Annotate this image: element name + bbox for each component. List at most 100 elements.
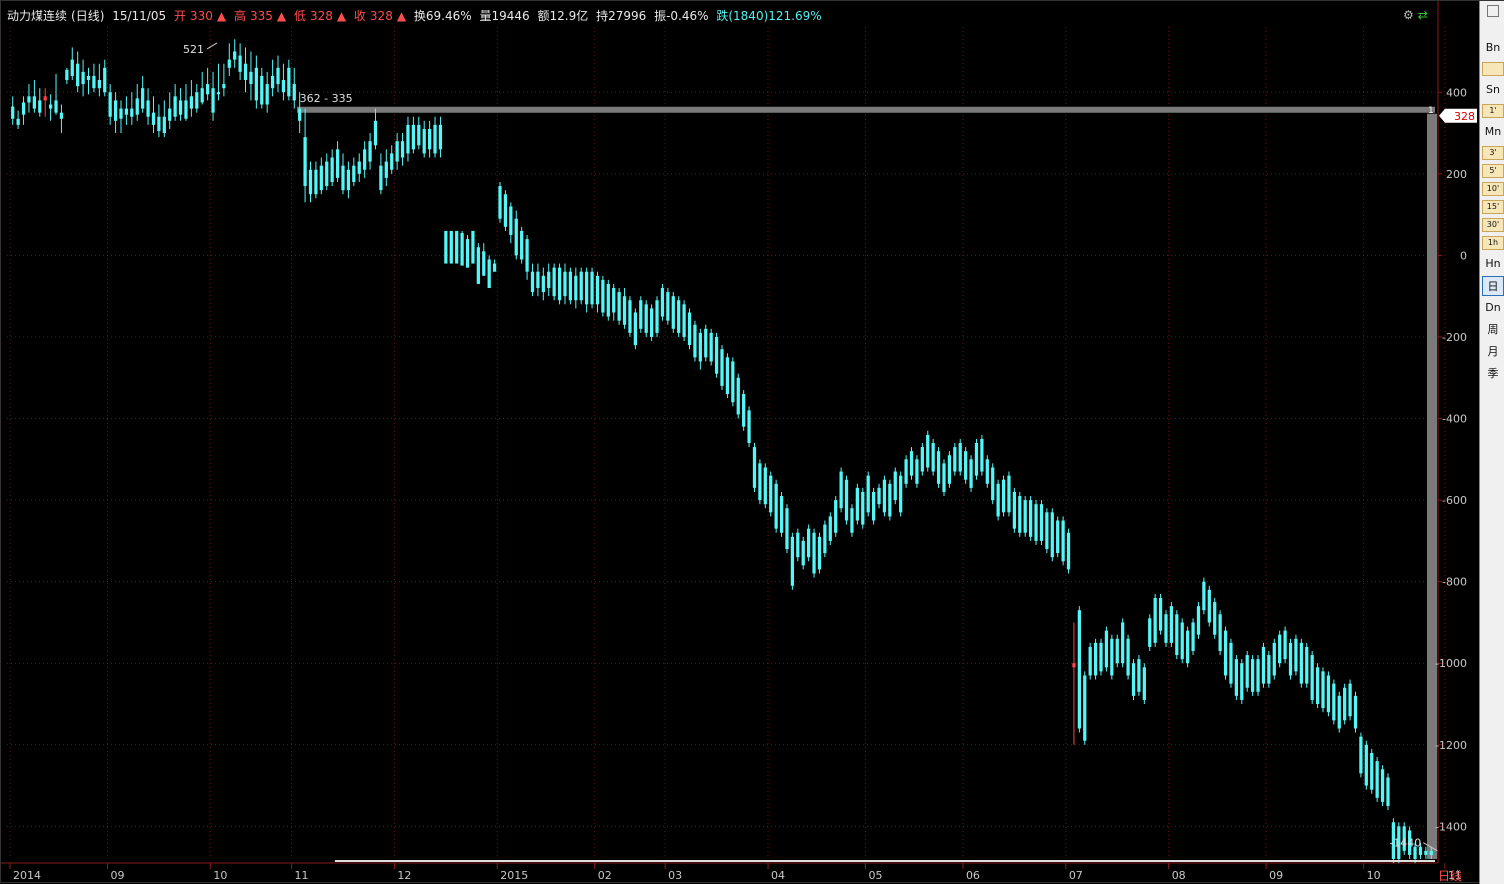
bar-body: [476, 247, 480, 284]
high-number: 335: [249, 9, 273, 23]
ohlc-bar: [184, 84, 188, 121]
period-button-0[interactable]: Bn: [1482, 38, 1504, 58]
bar-body: [552, 267, 556, 297]
ohlc-bar: [530, 263, 535, 297]
ohlc-bar: [1305, 642, 1309, 688]
ohlc-bar: [893, 467, 897, 505]
period-button-6[interactable]: 5': [1482, 164, 1504, 178]
bar-body: [298, 108, 302, 121]
ohlc-bar: [476, 243, 480, 284]
period-button-2[interactable]: Sn: [1482, 80, 1504, 100]
bar-body: [931, 443, 935, 472]
bar-body: [1148, 618, 1152, 647]
period-button-11[interactable]: Hn: [1482, 254, 1504, 274]
period-button-13[interactable]: Dn: [1482, 298, 1504, 318]
period-button-4[interactable]: Mn: [1482, 122, 1504, 142]
ohlc-bar: [752, 443, 757, 492]
ohlc-chart[interactable]: 1 400 200 0 -200 -400 -600 -800 -1000 -1200 -1400…: [1, 1, 1479, 884]
period-button-12[interactable]: 日: [1482, 276, 1504, 296]
period-button-5[interactable]: 3': [1482, 146, 1504, 160]
ohlc-bar: [1261, 642, 1266, 688]
ohlc-bar: [11, 96, 15, 125]
bar-body: [216, 92, 221, 95]
ohlc-bar: [568, 267, 573, 305]
period-button-8[interactable]: 15': [1482, 200, 1504, 214]
ohlc-bar: [363, 141, 367, 178]
settings-icon[interactable]: ⚙: [1403, 8, 1414, 22]
bar-body: [1093, 642, 1098, 676]
ohlc-bar: [649, 304, 654, 342]
band-bar: [296, 106, 1435, 113]
period-button-7[interactable]: 10': [1482, 182, 1504, 196]
bar-body: [1202, 581, 1206, 611]
ohlc-bar: [27, 84, 31, 113]
bar-body: [758, 463, 762, 501]
bar-body: [1240, 663, 1244, 700]
bar-body: [92, 75, 96, 89]
bar-body: [687, 312, 692, 346]
bar-body: [1158, 597, 1163, 631]
ohlc-bar: [606, 279, 610, 321]
bar-body: [189, 96, 194, 109]
ohlc-bar: [931, 438, 935, 476]
high-value: 高 335 ▲: [233, 9, 287, 23]
bar-body: [1066, 532, 1071, 570]
annotation-label: 521: [183, 43, 204, 56]
period-button-9[interactable]: 30': [1482, 218, 1504, 232]
bar-body: [1072, 663, 1076, 668]
link-icon[interactable]: ⇄: [1418, 8, 1428, 22]
bar-body: [314, 169, 318, 195]
ohlc-bar: [682, 300, 686, 342]
x-tick-label: 2015: [500, 869, 528, 882]
bar-body: [384, 161, 388, 178]
period-buttons: Bn Sn 1' Mn 3' 5' 10' 15' 30' 1h Hn 日 Dn 周月季: [1480, 38, 1504, 384]
bar-body: [1343, 687, 1347, 721]
bar-body: [1294, 638, 1298, 672]
bar-body: [427, 128, 432, 150]
ohlc-bar: [32, 80, 36, 113]
bar-body: [1337, 695, 1341, 729]
bar-body: [974, 443, 979, 476]
annotation-pointer: [206, 42, 218, 50]
chart-window: 1 400 200 0 -200 -400 -600 -800 -1000 -1200 -1400…: [0, 0, 1504, 884]
period-button-1[interactable]: [1482, 62, 1504, 76]
ohlc-bar: [1158, 593, 1163, 635]
ohlc-bar: [1186, 626, 1190, 668]
period-button-3[interactable]: 1': [1482, 104, 1504, 118]
y-tick-label: -1200: [1435, 739, 1467, 752]
ohlc-bar: [747, 406, 751, 448]
bar-body: [731, 361, 735, 403]
bar-body: [65, 69, 69, 81]
bar-body: [1283, 630, 1287, 660]
bar-body: [341, 165, 345, 191]
period-button-10[interactable]: 1h: [1482, 236, 1504, 250]
bar-body: [103, 67, 107, 93]
bar-body: [850, 508, 854, 533]
bar-body: [909, 451, 914, 476]
quote-header: 动力煤连续 (日线) 15/11/05 开 330 ▲ 高 335 ▲ 低 328 ▲ 收 32…: [7, 7, 826, 25]
period-button-15[interactable]: 月: [1482, 342, 1504, 362]
ohlc-bar: [547, 263, 551, 297]
bar-body: [834, 500, 838, 533]
period-button-14[interactable]: 周: [1482, 320, 1504, 340]
ohlc-bar: [1386, 773, 1390, 811]
bar-body: [395, 141, 399, 162]
bar-body: [1332, 683, 1336, 721]
ohlc-bar: [947, 451, 952, 488]
bar-body: [520, 230, 524, 260]
ohlc-bar: [1299, 638, 1303, 688]
ohlc-bar: [135, 84, 139, 121]
y-tick-label: -800: [1442, 576, 1467, 589]
ohlc-bar: [243, 47, 248, 93]
square-icon[interactable]: [1486, 5, 1499, 17]
period-button-16[interactable]: 季: [1482, 364, 1504, 384]
bar-body: [335, 149, 340, 178]
y-tick-label: -600: [1442, 494, 1467, 507]
ohlc-bar: [698, 328, 702, 370]
ohlc-bar: [1364, 740, 1368, 790]
bar-body: [1348, 683, 1352, 717]
bar-body: [606, 283, 610, 317]
bar-body: [698, 332, 702, 362]
ohlc-bar: [595, 271, 600, 313]
ohlc-bar: [97, 63, 101, 97]
